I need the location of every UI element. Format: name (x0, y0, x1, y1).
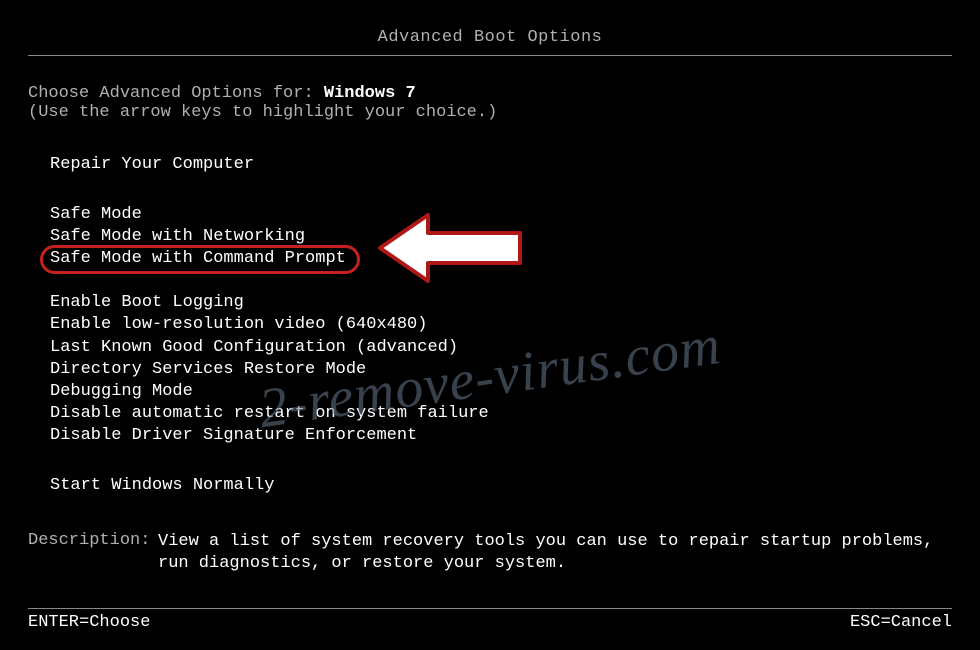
menu-group-repair: Repair Your Computer (50, 154, 952, 176)
menu-item-safe-mode[interactable]: Safe Mode (50, 204, 142, 226)
description-section: Description: View a list of system recov… (0, 531, 980, 575)
menu-item-last-known-good[interactable]: Last Known Good Configuration (advanced) (50, 337, 458, 359)
menu-item-start-normally[interactable]: Start Windows Normally (50, 475, 274, 497)
intro-prefix: Choose Advanced Options for: (28, 84, 324, 103)
menu-item-disable-driver-signature[interactable]: Disable Driver Signature Enforcement (50, 425, 417, 447)
footer-enter: ENTER=Choose (28, 613, 150, 632)
menu-item-safe-mode-command-prompt[interactable]: Safe Mode with Command Prompt (50, 248, 346, 270)
menu-group-normal: Start Windows Normally (50, 475, 952, 497)
intro-text: Choose Advanced Options for: Windows 7 (28, 84, 952, 103)
menu-group-safe: Safe Mode Safe Mode with Networking Safe… (50, 204, 952, 270)
description-text: View a list of system recovery tools you… (158, 531, 952, 575)
menu-item-repair[interactable]: Repair Your Computer (50, 154, 254, 176)
menu-item-directory-services-restore[interactable]: Directory Services Restore Mode (50, 359, 366, 381)
menu-item-low-res-video[interactable]: Enable low-resolution video (640x480) (50, 314, 427, 336)
hint-text: (Use the arrow keys to highlight your ch… (28, 103, 952, 122)
footer-esc: ESC=Cancel (850, 613, 952, 632)
menu-item-disable-auto-restart[interactable]: Disable automatic restart on system fail… (50, 403, 489, 425)
description-label: Description: (28, 531, 158, 575)
menu-item-boot-logging[interactable]: Enable Boot Logging (50, 292, 244, 314)
menu-group-advanced: Enable Boot Logging Enable low-resolutio… (50, 292, 952, 447)
os-name: Windows 7 (324, 84, 416, 103)
menu-item-debugging-mode[interactable]: Debugging Mode (50, 381, 193, 403)
menu-item-safe-mode-networking[interactable]: Safe Mode with Networking (50, 226, 305, 248)
page-title: Advanced Boot Options (0, 0, 980, 55)
divider-bottom (28, 608, 952, 609)
